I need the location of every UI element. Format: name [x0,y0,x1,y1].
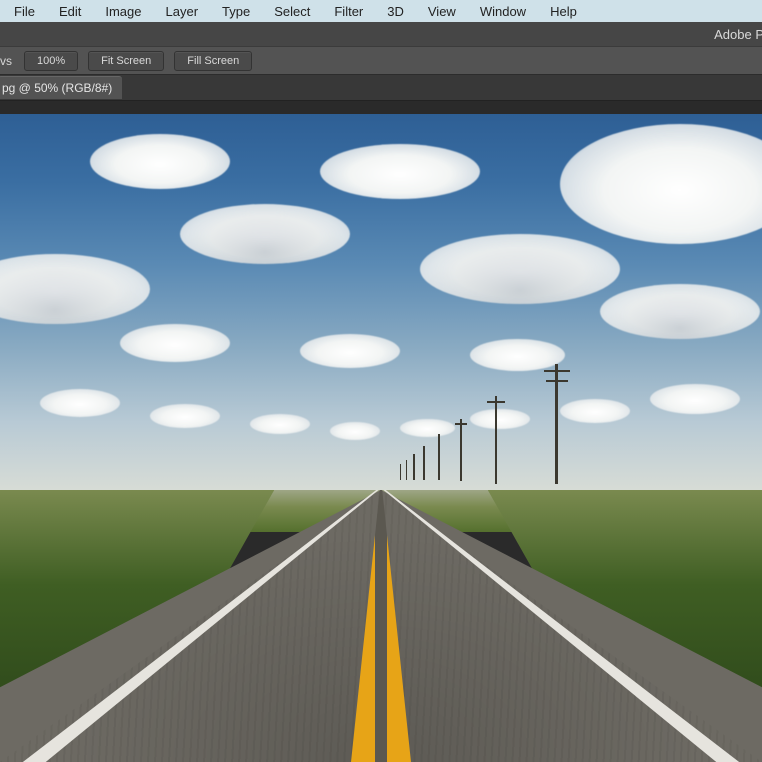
cloud [90,134,230,189]
cloud [40,389,120,417]
utility-pole [438,434,440,480]
cloud [150,404,220,428]
cloud [120,324,230,362]
cloud [470,409,530,429]
document-tab[interactable]: pg @ 50% (RGB/8#) [0,76,122,99]
canvas[interactable] [0,114,762,762]
fill-screen-button[interactable]: Fill Screen [174,51,252,71]
menu-select[interactable]: Select [262,2,322,21]
menu-file[interactable]: File [2,2,47,21]
fit-screen-button[interactable]: Fit Screen [88,51,164,71]
menu-window[interactable]: Window [468,2,538,21]
utility-pole [495,396,497,484]
menu-filter[interactable]: Filter [322,2,375,21]
cloud [180,204,350,264]
menu-3d[interactable]: 3D [375,2,416,21]
menu-image[interactable]: Image [93,2,153,21]
canvas-gutter [0,101,762,114]
cloud [420,234,620,304]
utility-pole [423,446,425,480]
cloud [470,339,565,371]
options-bar: vs 100% Fit Screen Fill Screen [0,46,762,75]
menu-bar: File Edit Image Layer Type Select Filter… [0,0,762,22]
menu-view[interactable]: View [416,2,468,21]
menu-edit[interactable]: Edit [47,2,93,21]
utility-pole [406,460,407,480]
photo-content [0,114,762,762]
road [0,490,762,762]
cloud [300,334,400,368]
title-strip: Adobe P [0,22,762,46]
cloud [400,419,455,437]
document-tab-bar: pg @ 50% (RGB/8#) [0,75,762,101]
zoom-100-button[interactable]: 100% [24,51,78,71]
cloud [330,422,380,440]
cloud [250,414,310,434]
document-tab-label: pg @ 50% (RGB/8#) [2,81,112,95]
cloud [320,144,480,199]
menu-type[interactable]: Type [210,2,262,21]
menu-help[interactable]: Help [538,2,589,21]
cloud [650,384,740,414]
options-left-fragment: vs [0,54,14,68]
utility-pole [413,454,415,480]
app-title: Adobe P [714,27,762,42]
utility-pole [400,464,401,480]
menu-layer[interactable]: Layer [154,2,211,21]
utility-pole [555,364,558,484]
cloud [600,284,760,339]
cloud [560,399,630,423]
utility-pole [460,419,462,481]
